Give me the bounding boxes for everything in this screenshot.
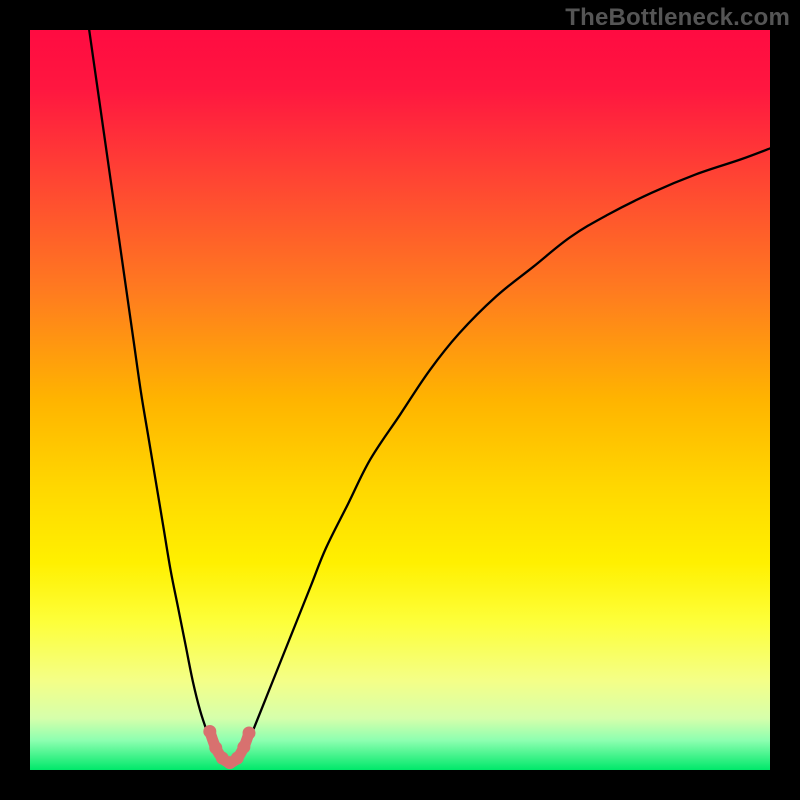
watermark-text: TheBottleneck.com (565, 4, 790, 32)
plot-area (30, 30, 770, 770)
valley-marker-dot (243, 727, 256, 740)
chart-frame: TheBottleneck.com (0, 0, 800, 800)
chart-svg (30, 30, 770, 770)
gradient-background (30, 30, 770, 770)
valley-marker-dot (203, 725, 216, 738)
valley-marker-dot (237, 741, 250, 754)
valley-marker-dot (231, 752, 244, 765)
